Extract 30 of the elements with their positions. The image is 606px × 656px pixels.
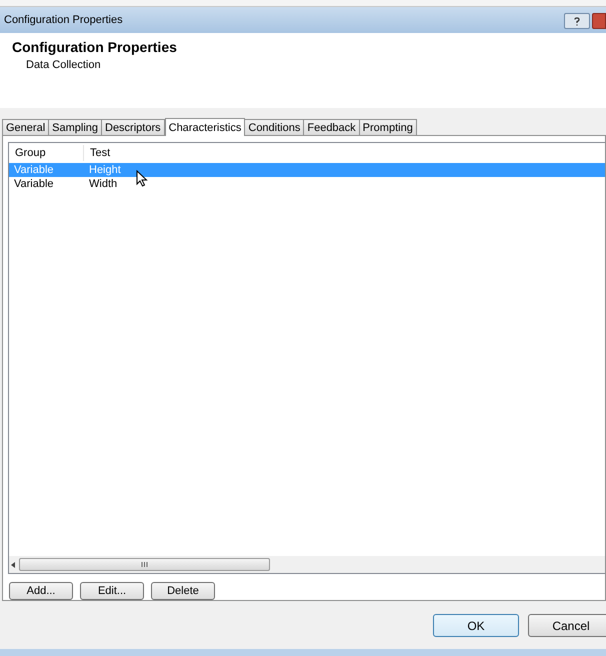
table-cell-text: Variable [13, 162, 55, 178]
tab[interactable]: General [2, 119, 50, 135]
mouse-cursor-icon [136, 170, 148, 187]
page-title: Configuration Properties [12, 39, 177, 56]
page-subtitle: Data Collection [26, 58, 101, 73]
tab[interactable]: Feedback [304, 119, 360, 135]
tab[interactable]: Conditions [245, 119, 304, 135]
left-arrow-icon [11, 562, 15, 568]
list-action-button[interactable]: Add... [9, 582, 73, 600]
list-action-button[interactable]: Delete [151, 582, 215, 600]
close-button[interactable] [592, 13, 606, 29]
dialog-button[interactable]: OK [433, 614, 519, 637]
table-cell-text: Width [88, 176, 118, 192]
tab[interactable]: Sampling [49, 119, 102, 135]
tab[interactable]: Characteristics [164, 118, 246, 136]
column-header[interactable]: Test [84, 144, 605, 162]
grip-icon [141, 562, 148, 567]
column-header[interactable]: Group [9, 144, 84, 162]
dialog-button[interactable]: Cancel [528, 614, 606, 637]
window-title: Configuration Properties [4, 12, 123, 28]
horizontal-scrollbar[interactable] [9, 556, 605, 573]
list-action-button[interactable]: Edit... [80, 582, 144, 600]
scroll-thumb[interactable] [19, 558, 270, 571]
tab[interactable]: Descriptors [102, 119, 165, 135]
tab[interactable]: Prompting [360, 119, 417, 135]
question-icon [574, 16, 580, 26]
table-row[interactable]: Variable Width [9, 177, 605, 191]
help-button[interactable] [564, 13, 590, 29]
table-cell-text: Height [88, 162, 121, 178]
table-cell-text: Variable [13, 176, 55, 192]
